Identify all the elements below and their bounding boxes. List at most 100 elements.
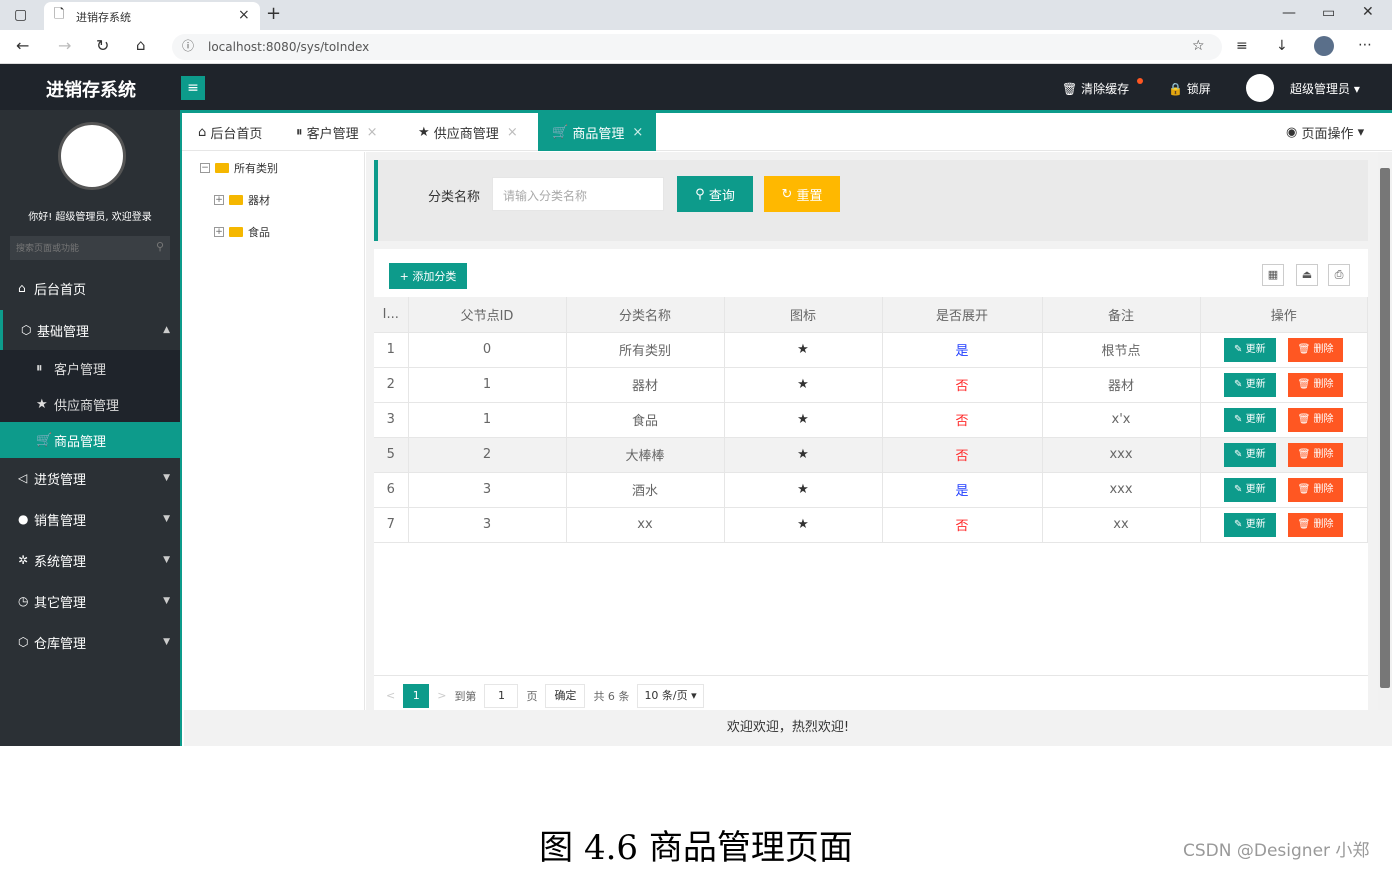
- folder-open-icon: [215, 163, 229, 173]
- delete-button[interactable]: 🗑 删除: [1287, 512, 1344, 537]
- star-icon: ★: [724, 367, 883, 403]
- close-icon[interactable]: ×: [367, 125, 378, 140]
- table-row[interactable]: 2 1 器材 ★ 否器材 ✎ 更新 🗑 删除: [374, 367, 1368, 403]
- tree-node[interactable]: + 器材: [214, 192, 270, 208]
- menu-system[interactable]: ✲ 系统管理 ▼: [0, 540, 180, 580]
- welcome-text: 你好! 超级管理员, 欢迎登录: [28, 212, 152, 223]
- actions-cell: ✎ 更新 🗑 删除: [1200, 472, 1368, 508]
- page-size-select[interactable]: 10 条/页 ▾: [637, 683, 704, 708]
- update-button[interactable]: ✎ 更新: [1224, 337, 1276, 362]
- reset-button[interactable]: ↻ 重置: [764, 176, 840, 212]
- menu-supplier[interactable]: ★ 供应商管理: [0, 386, 180, 422]
- download-icon[interactable]: ↓: [1276, 39, 1288, 53]
- close-icon[interactable]: ×: [238, 8, 250, 22]
- delete-button[interactable]: 🗑 删除: [1287, 477, 1344, 502]
- menu-warehouse[interactable]: ⬡ 仓库管理 ▼: [0, 622, 180, 662]
- tab-customer[interactable]: ⏸ 客户管理 ×: [296, 113, 378, 151]
- menu-label: 仓库管理: [34, 636, 87, 652]
- home-icon[interactable]: ⌂: [136, 38, 146, 53]
- table-row[interactable]: 1 0 所有类别 ★ 是根节点 ✎ 更新 🗑 删除: [374, 332, 1368, 368]
- new-tab-icon[interactable]: +: [266, 5, 281, 23]
- menu-toggle-icon[interactable]: ≡: [181, 76, 205, 100]
- back-icon[interactable]: ←: [16, 38, 29, 54]
- expand-icon[interactable]: +: [214, 195, 224, 205]
- menu-label: 销售管理: [34, 513, 87, 529]
- page-input[interactable]: 1: [484, 683, 519, 708]
- current-page[interactable]: 1: [403, 683, 430, 708]
- clear-cache-button[interactable]: 🗑 清除缓存: [1062, 80, 1129, 97]
- menu-customer[interactable]: ⏸ 客户管理: [0, 350, 180, 386]
- sidebar: 你好! 超级管理员, 欢迎登录 搜索页面或功能 ⚲ ⌂ 后台首页 ⬡ 基础管理 ▲ ⏸…: [0, 110, 182, 746]
- update-button[interactable]: ✎ 更新: [1224, 372, 1276, 397]
- column-header[interactable]: 父节点ID: [408, 297, 567, 333]
- minimize-icon[interactable]: —: [1282, 6, 1296, 20]
- confirm-button[interactable]: 确定: [545, 683, 586, 708]
- url-field[interactable]: ⓘ localhost:8080/sys/toIndex: [172, 34, 1222, 60]
- window-close-icon[interactable]: ✕: [1362, 5, 1374, 19]
- tab-supplier[interactable]: ★ 供应商管理 ×: [418, 113, 518, 151]
- table-row[interactable]: 7 3 xx ★ 否 xx ✎ 更新 🗑 删除: [374, 507, 1368, 543]
- expand-icon[interactable]: +: [214, 227, 224, 237]
- column-header[interactable]: 图标: [724, 297, 883, 333]
- page-ops-menu[interactable]: ◉ 页面操作 ▾: [1286, 113, 1364, 151]
- table-row[interactable]: 6 3 酒水 ★ 是 xxx ✎ 更新 🗑 删除: [374, 472, 1368, 508]
- close-icon[interactable]: ×: [507, 125, 518, 140]
- delete-button[interactable]: 🗑 删除: [1287, 372, 1344, 397]
- plus-icon: +: [399, 269, 413, 283]
- user-avatar[interactable]: [1246, 74, 1274, 102]
- reload-icon[interactable]: ↻: [96, 38, 109, 54]
- menu-home[interactable]: ⌂ 后台首页: [0, 268, 180, 308]
- tree-node[interactable]: + 食品: [214, 224, 270, 240]
- column-header[interactable]: I...: [374, 297, 409, 333]
- update-button[interactable]: ✎ 更新: [1224, 442, 1276, 467]
- column-header[interactable]: 是否展开: [882, 297, 1043, 333]
- export-icon[interactable]: ⏏: [1296, 264, 1318, 286]
- menu-sales[interactable]: ● 销售管理 ▼: [0, 499, 180, 539]
- next-page-icon[interactable]: >: [437, 689, 446, 702]
- columns-icon[interactable]: ▦: [1262, 264, 1284, 286]
- vertical-scrollbar[interactable]: [1378, 152, 1392, 710]
- delete-button[interactable]: 🗑 删除: [1287, 407, 1344, 432]
- goto-label: 到第: [454, 689, 477, 703]
- close-icon[interactable]: ×: [632, 125, 643, 140]
- add-category-button[interactable]: + 添加分类: [389, 263, 467, 289]
- update-button[interactable]: ✎ 更新: [1224, 512, 1276, 537]
- browser-tab-strip: ▢ 🗋 进销存系统 × + — ▭ ✕: [0, 0, 1392, 30]
- browser-tab[interactable]: 🗋 进销存系统 ×: [44, 2, 260, 30]
- table-cell: 否: [882, 402, 1043, 438]
- menu-search-input[interactable]: 搜索页面或功能 ⚲: [10, 236, 170, 260]
- table-row[interactable]: 5 2 大棒棒 ★ 否 xxx ✎ 更新 🗑 删除: [374, 437, 1368, 473]
- query-button[interactable]: ⚲ 查询: [677, 176, 753, 212]
- restore-icon[interactable]: ▭: [1322, 6, 1335, 20]
- user-menu[interactable]: 超级管理员 ▾: [1290, 80, 1360, 97]
- more-icon[interactable]: ⋯: [1358, 38, 1372, 52]
- update-button[interactable]: ✎ 更新: [1224, 477, 1276, 502]
- category-name-input[interactable]: 请输入分类名称: [492, 177, 664, 211]
- page-ops-label: 页面操作: [1301, 126, 1354, 142]
- collapse-icon[interactable]: −: [200, 163, 210, 173]
- star-icon: ★: [36, 396, 48, 412]
- favorite-icon[interactable]: ☆: [1192, 39, 1205, 53]
- profile-avatar[interactable]: [1314, 36, 1334, 56]
- tab-goods[interactable]: 🛒 商品管理 ×: [538, 113, 656, 151]
- forward-icon[interactable]: →: [58, 38, 71, 54]
- delete-button[interactable]: 🗑 删除: [1287, 442, 1344, 467]
- prev-page-icon[interactable]: <: [386, 689, 395, 702]
- menu-basic[interactable]: ⬡ 基础管理 ▲: [0, 310, 180, 350]
- delete-button[interactable]: 🗑 删除: [1287, 337, 1344, 362]
- table-row[interactable]: 3 1 食品 ★ 否 x'x ✎ 更新 🗑 删除: [374, 402, 1368, 438]
- column-header[interactable]: 备注: [1042, 297, 1201, 333]
- menu-other[interactable]: ◷ 其它管理 ▼: [0, 581, 180, 621]
- update-button[interactable]: ✎ 更新: [1224, 407, 1276, 432]
- menu-goods[interactable]: 🛒 商品管理: [0, 422, 180, 458]
- menu-purchase[interactable]: ◁ 进货管理 ▼: [0, 458, 180, 498]
- tree-root[interactable]: − 所有类别: [200, 160, 278, 176]
- column-header[interactable]: 分类名称: [566, 297, 725, 333]
- lock-button[interactable]: 🔒 锁屏: [1168, 80, 1211, 97]
- print-icon[interactable]: ⎙: [1328, 264, 1350, 286]
- speaker-icon: ◁: [18, 471, 28, 485]
- scroll-thumb[interactable]: [1380, 168, 1390, 688]
- favorites-list-icon[interactable]: ≡: [1236, 39, 1248, 53]
- tab-home[interactable]: ⌂ 后台首页: [198, 113, 262, 151]
- sidebar-toggle-icon[interactable]: ▢: [14, 8, 27, 22]
